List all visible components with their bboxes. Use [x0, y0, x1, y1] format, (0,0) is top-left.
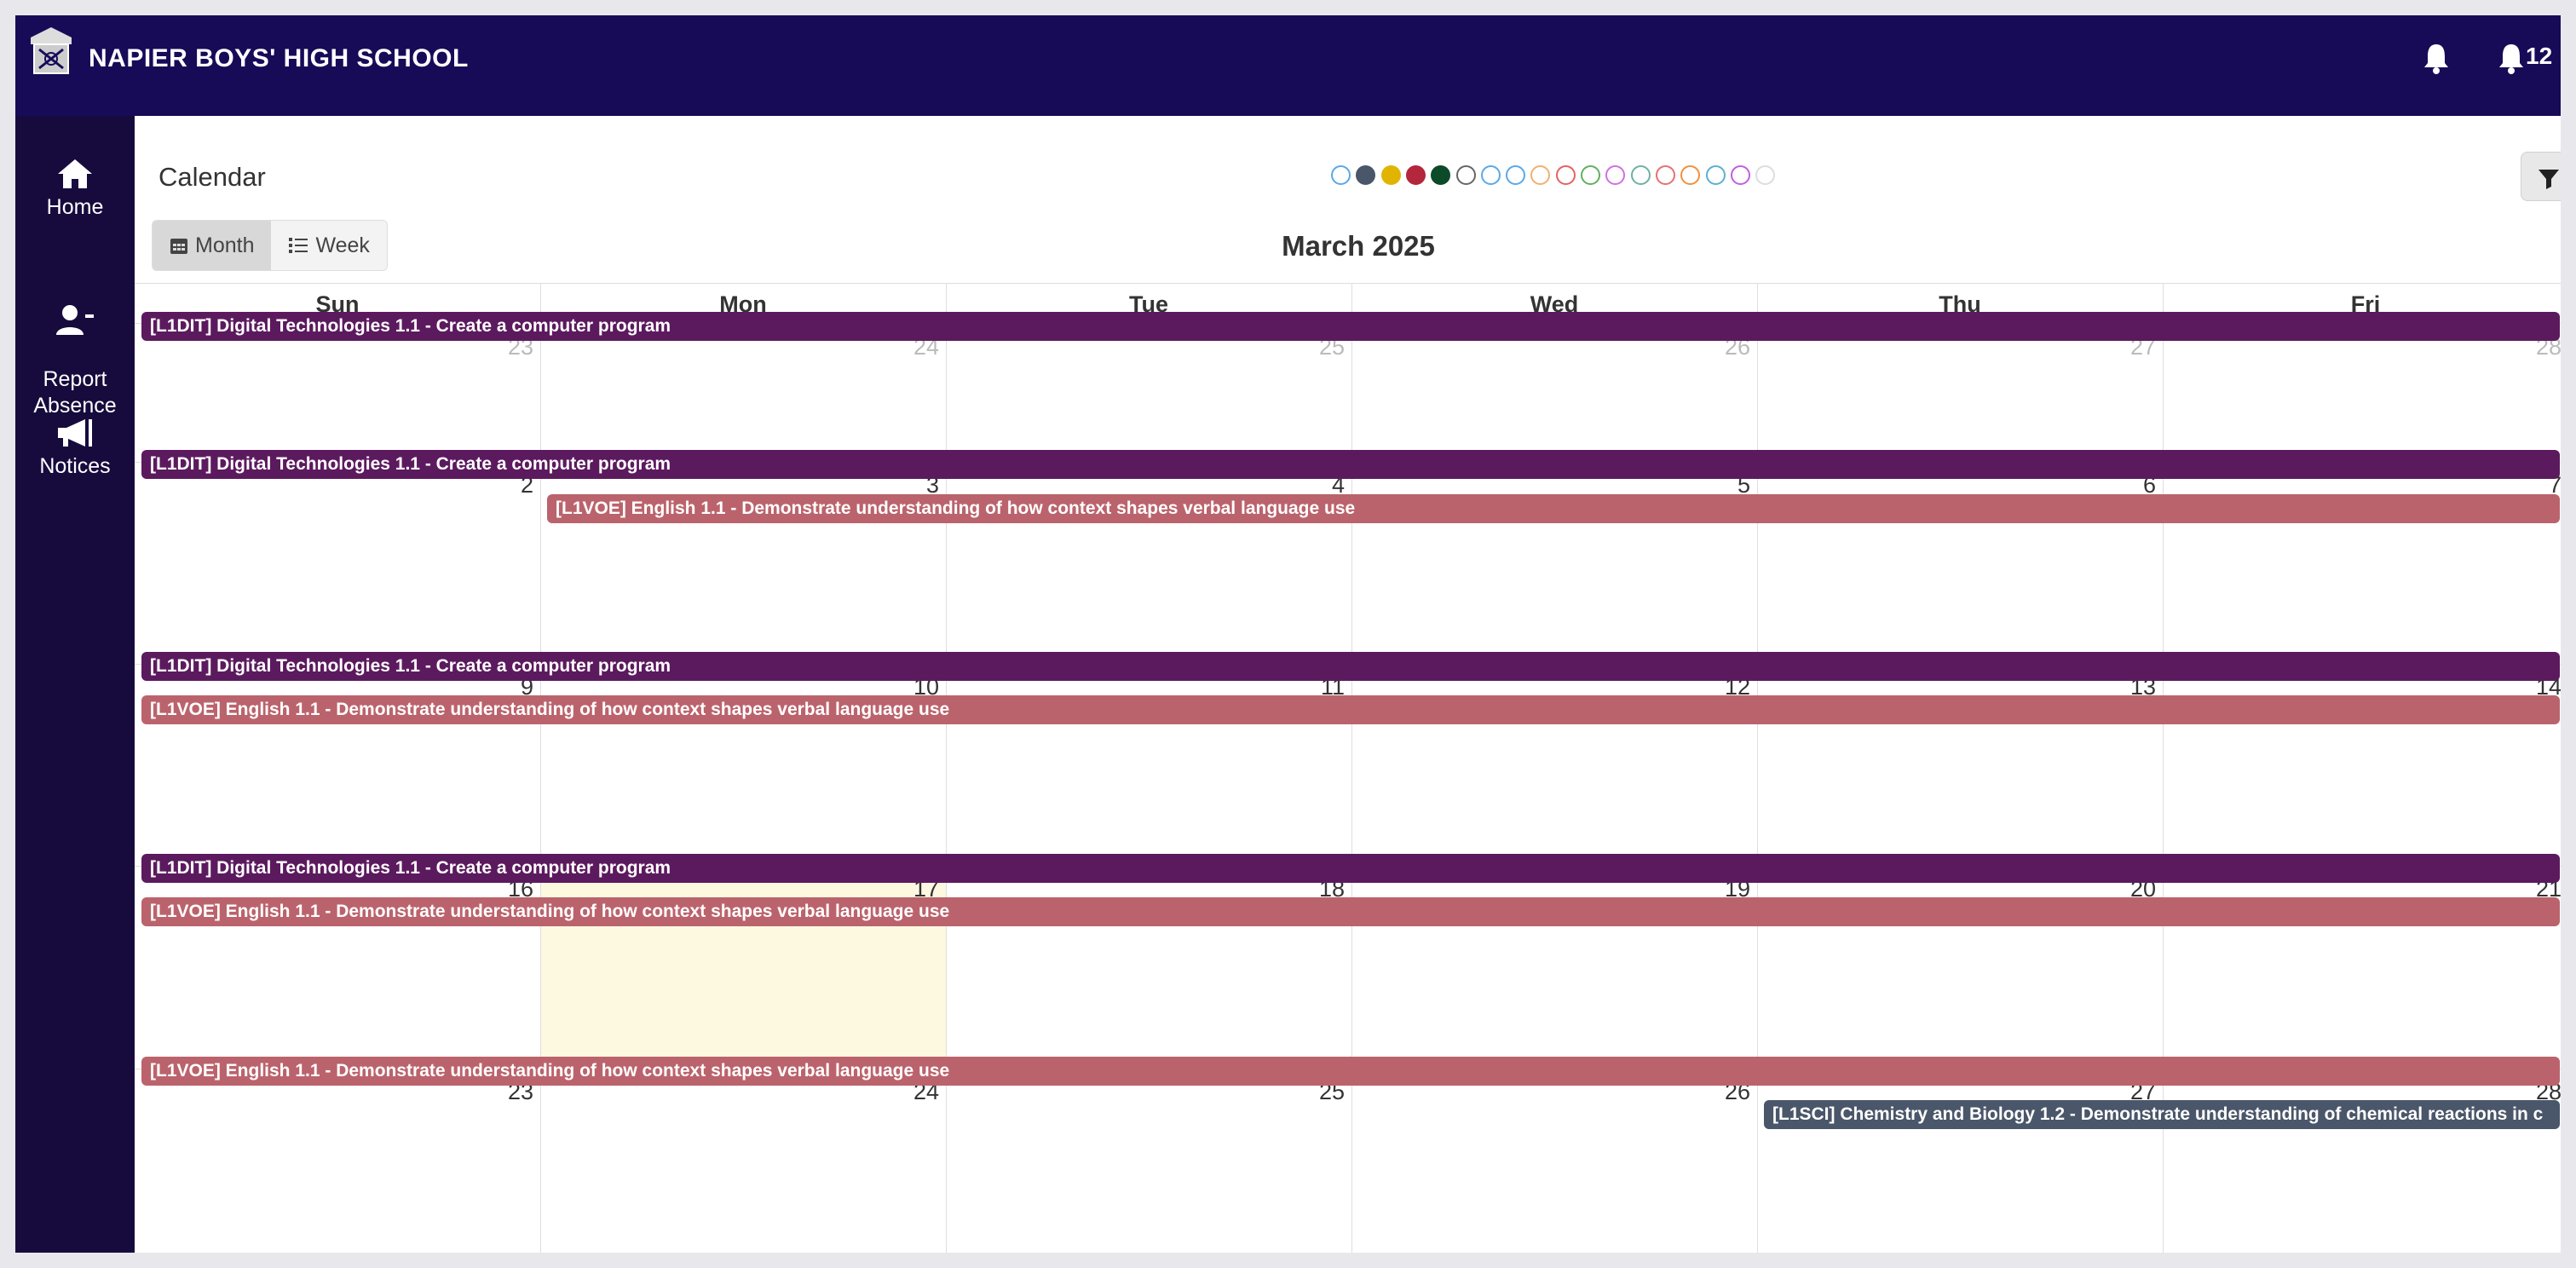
- grid-divider: [946, 283, 947, 1253]
- school-crest-icon[interactable]: [27, 26, 75, 78]
- filter-dot[interactable]: [1380, 165, 1401, 185]
- view-toggle: Month Week: [152, 220, 388, 271]
- filter-dot[interactable]: [1755, 165, 1776, 185]
- sidebar-item-report-absence[interactable]: Report Absence: [15, 276, 135, 419]
- filter-button[interactable]: [2521, 152, 2561, 201]
- grid-divider: [1757, 283, 1758, 1253]
- filter-dot[interactable]: [1530, 165, 1551, 185]
- calendar-event[interactable]: [L1DIT] Digital Technologies 1.1 - Creat…: [141, 312, 2560, 341]
- filter-icon: [2539, 170, 2559, 189]
- grid-divider: [1351, 283, 1352, 1253]
- list-icon: [289, 238, 308, 253]
- filter-dot[interactable]: [1455, 165, 1476, 185]
- filter-dot[interactable]: [1605, 165, 1626, 185]
- calendar-event[interactable]: [L1VOE] English 1.1 - Demonstrate unders…: [141, 1057, 2560, 1086]
- calendar-event[interactable]: [L1VOE] English 1.1 - Demonstrate unders…: [141, 695, 2560, 724]
- filter-dot[interactable]: [1581, 165, 1600, 185]
- calendar-icon: [170, 239, 187, 254]
- filter-dot[interactable]: [1655, 165, 1675, 185]
- calendar-event[interactable]: [L1VOE] English 1.1 - Demonstrate unders…: [547, 494, 2560, 523]
- week-view-button[interactable]: Week: [271, 221, 387, 270]
- filter-dot[interactable]: [1555, 165, 1576, 185]
- app-window: NAPIER BOYS' HIGH SCHOOL 12 Home Report …: [15, 15, 2561, 1253]
- filter-dot[interactable]: [1331, 165, 1351, 185]
- week-view-label: Week: [315, 233, 370, 257]
- top-bar: NAPIER BOYS' HIGH SCHOOL 12: [15, 15, 2561, 116]
- filter-dot[interactable]: [1356, 165, 1376, 185]
- filter-dot[interactable]: [1405, 165, 1426, 185]
- filter-dot[interactable]: [1730, 165, 1750, 185]
- sidebar-item-home[interactable]: Home: [15, 157, 135, 221]
- megaphone-icon: [58, 419, 92, 447]
- school-name[interactable]: NAPIER BOYS' HIGH SCHOOL: [89, 44, 469, 73]
- notifications-bell-icon[interactable]: [2497, 41, 2526, 75]
- bell-icon[interactable]: [2422, 41, 2451, 75]
- calendar-event[interactable]: [L1DIT] Digital Technologies 1.1 - Creat…: [141, 854, 2560, 883]
- calendar-grid: Sun Mon Tue Wed Thu Fri 23 24 25 26 27 28 2 3 4 5 6 7 9 10 1…: [135, 283, 2561, 1253]
- sidebar-item-label: Home: [46, 195, 104, 219]
- month-view-label: Month: [195, 233, 255, 257]
- grid-divider: [540, 283, 541, 1253]
- filter-dot[interactable]: [1680, 165, 1701, 185]
- home-icon: [58, 159, 92, 188]
- filter-dot[interactable]: [1705, 165, 1726, 185]
- calendar-event[interactable]: [L1DIT] Digital Technologies 1.1 - Creat…: [141, 652, 2560, 681]
- calendar-event[interactable]: [L1DIT] Digital Technologies 1.1 - Creat…: [141, 450, 2560, 479]
- calendar-event[interactable]: [L1SCI] Chemistry and Biology 1.2 - Demo…: [1764, 1100, 2560, 1129]
- sidebar-item-label: Notices: [39, 454, 111, 478]
- sidebar-item-notices[interactable]: Notices: [15, 416, 135, 480]
- sidebar-item-label: Report Absence: [33, 367, 117, 418]
- month-title: March 2025: [1282, 230, 1435, 262]
- page-title: Calendar: [158, 162, 266, 192]
- filter-dot[interactable]: [1506, 165, 1526, 185]
- filter-dot[interactable]: [1630, 165, 1651, 185]
- main-content: Calendar Month Week March 2025 Sun Mon T…: [135, 116, 2561, 1253]
- filter-dot[interactable]: [1431, 165, 1451, 185]
- sidebar: Home Report Absence Notices: [15, 116, 135, 1253]
- calendar-event[interactable]: [L1VOE] English 1.1 - Demonstrate unders…: [141, 897, 2560, 926]
- month-view-button[interactable]: Month: [153, 221, 272, 270]
- notification-count[interactable]: 12: [2526, 43, 2552, 70]
- filter-dot[interactable]: [1480, 165, 1501, 185]
- report-absence-icon: [56, 305, 94, 335]
